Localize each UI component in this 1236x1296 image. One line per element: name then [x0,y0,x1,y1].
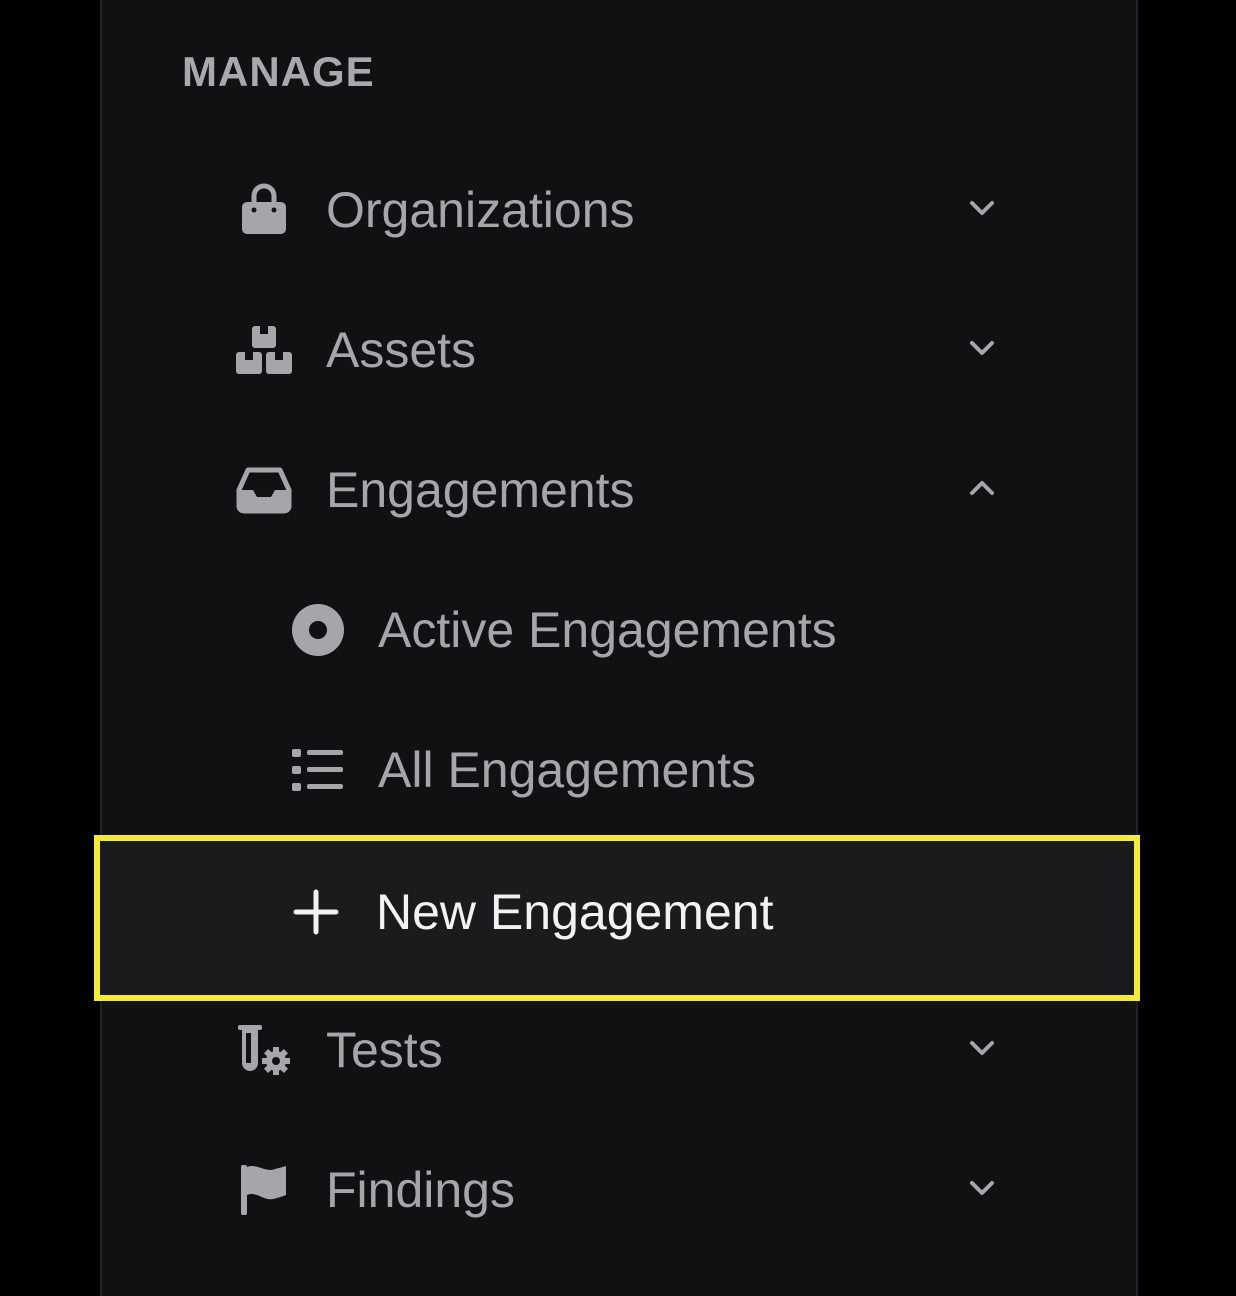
boxes-icon [234,320,294,380]
sidebar-item-organizations[interactable]: Organizations [102,140,1136,280]
sidebar-item-label: Assets [326,322,477,378]
chevron-down-icon [970,1041,994,1055]
shopping-bag-icon [234,180,294,240]
sidebar-item-findings[interactable]: Findings [102,1120,1136,1260]
flag-icon [234,1160,294,1220]
sidebar-subitem-label: New Engagement [376,884,774,940]
inbox-icon [234,460,294,520]
chevron-down-icon [970,201,994,215]
section-title-manage: MANAGE [182,48,375,95]
dot-circle-icon [288,600,348,660]
chevron-up-icon [970,481,994,495]
sidebar-item-engagements[interactable]: Engagements [102,420,1136,560]
chevron-down-icon [970,1181,994,1195]
sidebar-subitem-label: Active Engagements [378,602,837,658]
list-icon [288,740,348,800]
sidebar-subitem-active-engagements[interactable]: Active Engagements [102,560,1136,700]
sidebar: MANAGE Organizations Assets Engagements … [100,0,1138,1296]
sidebar-item-tests[interactable]: Tests [102,980,1136,1120]
sidebar-item-label: Organizations [326,182,635,238]
sidebar-subitem-all-engagements[interactable]: All Engagements [102,700,1136,840]
sidebar-item-label: Tests [326,1022,443,1078]
sidebar-item-label: Findings [326,1162,515,1218]
chevron-down-icon [970,341,994,355]
sidebar-item-label: Engagements [326,462,635,518]
sidebar-item-assets[interactable]: Assets [102,280,1136,420]
sidebar-subitem-new-engagement[interactable]: New Engagement [100,842,1134,982]
flask-gear-icon [234,1020,294,1080]
plus-icon [286,882,346,942]
sidebar-subitem-label: All Engagements [378,742,757,798]
